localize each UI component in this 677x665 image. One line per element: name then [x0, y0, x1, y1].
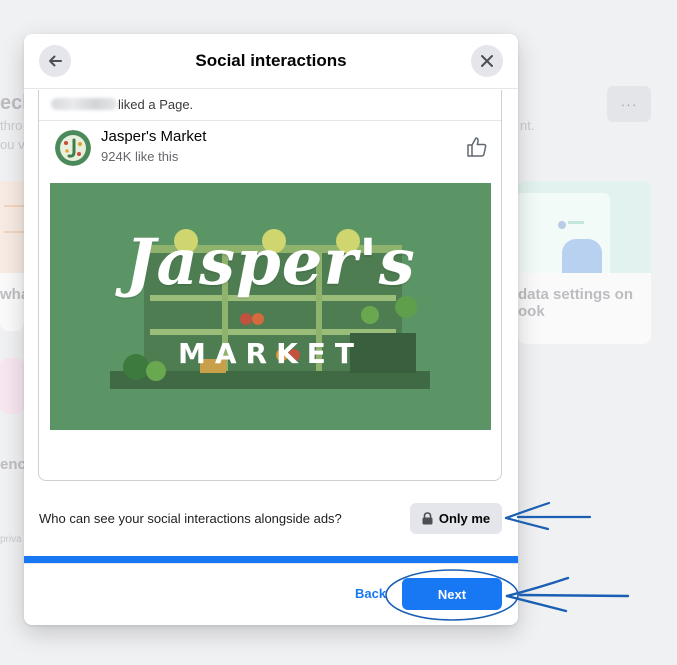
close-icon — [481, 55, 493, 67]
page-cover-image[interactable]: Jasper's MARKET — [50, 183, 491, 430]
bg-text-fragment: ou v — [0, 137, 25, 152]
dialog-header: Social interactions — [24, 34, 518, 89]
bg-card-title-fragment: ook — [518, 303, 545, 320]
bg-card-left — [0, 181, 24, 331]
activity-text: liked a Page. — [118, 97, 194, 112]
bg-card-title-fragment: enc — [0, 456, 26, 473]
blurred-friend-name — [51, 98, 117, 110]
cover-title: Jasper's — [125, 225, 416, 300]
bg-card-pink — [0, 358, 24, 414]
bg-more-button: ··· — [607, 86, 651, 122]
social-interactions-dialog: Social interactions liked a Page. Jasper… — [24, 34, 518, 625]
page-likes-count: 924K like this — [101, 149, 179, 164]
footer-divider — [24, 563, 518, 564]
bg-footer-fragment: priva — [0, 534, 22, 545]
bg-text-fragment: nt. — [520, 118, 535, 133]
close-button[interactable] — [471, 45, 503, 77]
page-avatar[interactable] — [55, 130, 91, 166]
dialog-title: Social interactions — [195, 51, 347, 70]
next-button[interactable]: Next — [402, 578, 502, 610]
audience-question: Who can see your social interactions alo… — [39, 511, 342, 526]
market-stall-illustration — [110, 229, 430, 389]
back-button[interactable]: Back — [355, 586, 386, 601]
bg-text-fragment: thro — [0, 118, 23, 133]
bg-card-title-fragment: data settings on — [518, 286, 634, 303]
page-name: Jasper's Market — [101, 128, 207, 145]
audience-selector-label: Only me — [438, 511, 491, 526]
activity-row: liked a Page. — [39, 90, 501, 121]
activity-preview: liked a Page. Jasper's Market 924K like … — [38, 90, 502, 481]
cover-subtitle: MARKET — [177, 337, 364, 370]
jaspers-market-logo — [55, 130, 91, 166]
progress-bar — [24, 556, 518, 563]
audience-selector-button[interactable]: Only me — [410, 503, 502, 534]
like-thumbs-up-icon[interactable] — [465, 135, 489, 159]
lock-icon — [422, 512, 433, 525]
